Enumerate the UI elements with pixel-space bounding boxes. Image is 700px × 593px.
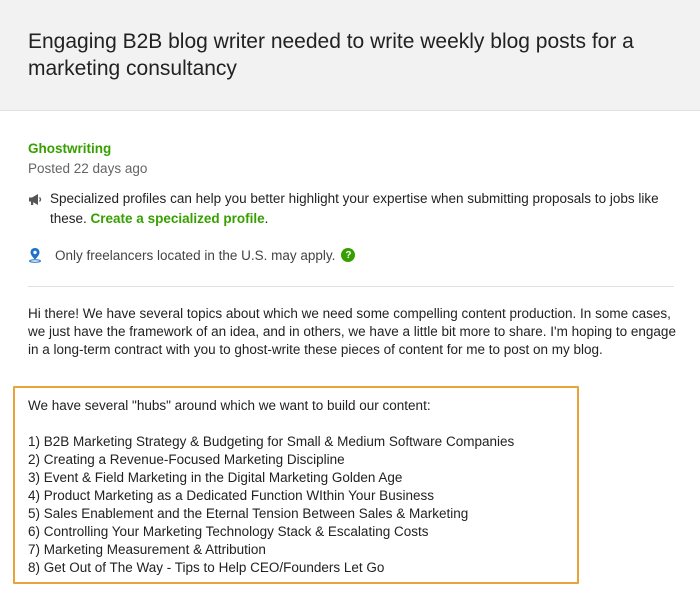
section-divider	[28, 286, 674, 287]
notice-trailing: .	[264, 211, 269, 226]
hub-item: 4) Product Marketing as a Dedicated Func…	[28, 488, 434, 503]
notice-text-wrap: Specialized profiles can help you better…	[50, 189, 678, 229]
hub-item: 1) B2B Marketing Strategy & Budgeting fo…	[28, 434, 515, 449]
hub-item: 3) Event & Field Marketing in the Digita…	[28, 470, 403, 485]
hub-item: 8) Get Out of The Way - Tips to Help CEO…	[28, 560, 385, 575]
hub-item: 5) Sales Enablement and the Eternal Tens…	[28, 506, 469, 521]
hubs-list: 1) B2B Marketing Strategy & Budgeting fo…	[28, 433, 573, 577]
location-pin-icon	[28, 247, 55, 263]
location-text: Only freelancers located in the U.S. may…	[55, 247, 336, 263]
megaphone-icon	[28, 189, 50, 229]
description-intro: Hi there! We have several topics about w…	[28, 306, 676, 357]
job-title: Engaging B2B blog writer needed to write…	[28, 30, 634, 80]
hub-item: 6) Controlling Your Marketing Technology…	[28, 524, 429, 539]
posted-date: Posted 22 days ago	[28, 161, 148, 176]
help-icon[interactable]: ?	[341, 248, 356, 262]
location-requirement: Only freelancers located in the U.S. may…	[28, 247, 356, 263]
hubs-intro: We have several "hubs" around which we w…	[28, 398, 431, 413]
create-specialized-profile-link[interactable]: Create a specialized profile	[91, 211, 265, 226]
hub-item: 7) Marketing Measurement & Attribution	[28, 542, 266, 557]
job-header: Engaging B2B blog writer needed to write…	[0, 0, 700, 111]
hubs-section: We have several "hubs" around which we w…	[28, 397, 573, 577]
job-category-link[interactable]: Ghostwriting	[28, 141, 111, 156]
specialized-profile-notice: Specialized profiles can help you better…	[28, 189, 678, 229]
hub-item: 2) Creating a Revenue-Focused Marketing …	[28, 452, 345, 467]
